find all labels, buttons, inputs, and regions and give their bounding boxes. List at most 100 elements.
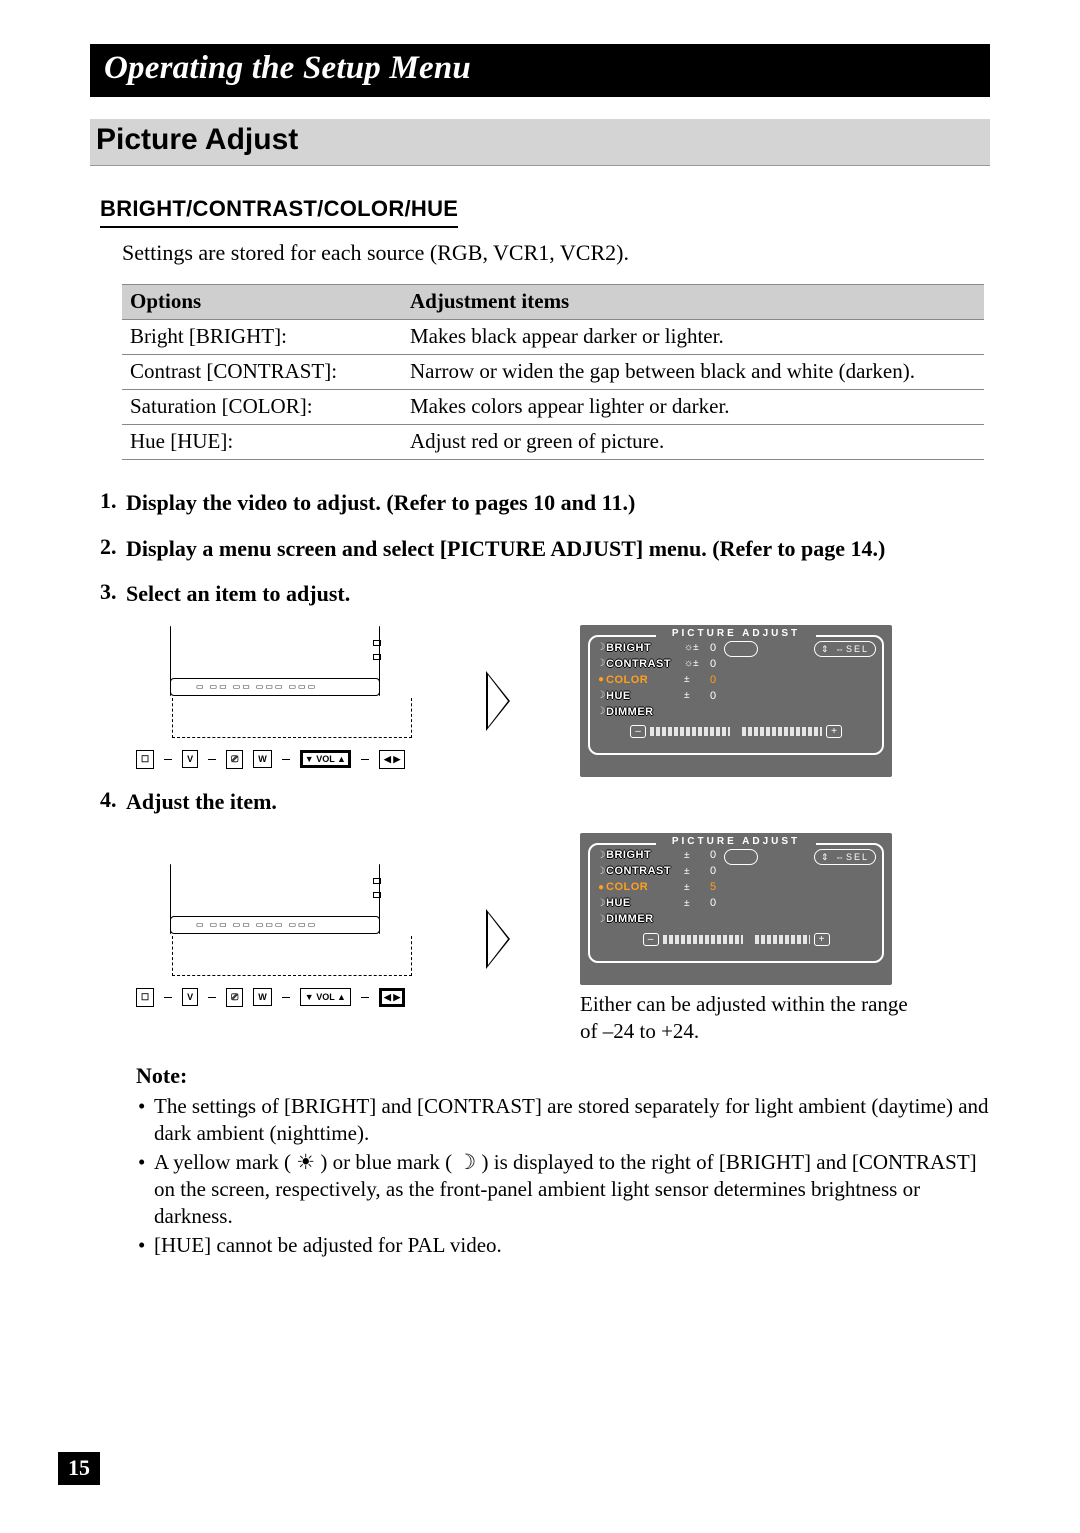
desc-cell: Makes colors appear lighter or darker. bbox=[402, 390, 984, 425]
osd-item-label: DIMMER bbox=[606, 913, 684, 925]
osd-symbol: ± bbox=[684, 690, 710, 701]
osd-sel-pill: ⇕ ⇔SEL bbox=[814, 641, 876, 657]
osd-symbol: ± bbox=[684, 898, 710, 909]
option-cell: Contrast [CONTRAST]: bbox=[122, 355, 402, 390]
key: V bbox=[182, 750, 198, 768]
osd-value-bracket-icon bbox=[724, 849, 758, 865]
procedure-step: 2. Display a menu screen and select [PIC… bbox=[100, 534, 990, 564]
desc-cell: Narrow or widen the gap between black an… bbox=[402, 355, 984, 390]
note-item: The settings of [BRIGHT] and [CONTRAST] … bbox=[136, 1093, 990, 1147]
osd-symbol: ± bbox=[684, 866, 710, 877]
osd-item-label: COLOR bbox=[606, 881, 684, 893]
key-leftright: ◀ ▶ bbox=[379, 750, 405, 769]
step-number: 1. bbox=[100, 488, 126, 518]
osd-slider: – + bbox=[596, 725, 876, 738]
subsection-heading: BRIGHT/CONTRAST/COLOR/HUE bbox=[100, 196, 458, 228]
osd-symbol: ± bbox=[684, 674, 710, 685]
monitor-slots-icon: ▭ ▭▭ ▭▭ ▭▭▭ ▭▭▭ bbox=[196, 682, 317, 691]
osd-marker-icon: ☽ bbox=[596, 866, 606, 877]
dashed-connector-icon bbox=[172, 936, 412, 976]
key-divider bbox=[208, 759, 216, 760]
device-diagram: ▭ ▭▭ ▭▭ ▭▭▭ ▭▭▭ ☐ V ⎚ W ▼ VOL ▲ ◀ ▶ bbox=[136, 626, 416, 776]
osd-slider-bar-icon bbox=[650, 727, 730, 736]
osd-minus: – bbox=[630, 725, 646, 738]
subsection-intro: Settings are stored for each source (RGB… bbox=[122, 240, 990, 266]
osd-plus: + bbox=[814, 933, 830, 946]
osd-marker-selected-icon: ● bbox=[596, 882, 606, 893]
osd-plus: + bbox=[826, 725, 842, 738]
procedure-list: 1. Display the video to adjust. (Refer t… bbox=[100, 488, 990, 1259]
key-divider bbox=[361, 997, 369, 998]
step-text: Display the video to adjust. (Refer to p… bbox=[126, 488, 635, 518]
dashed-connector-icon bbox=[172, 698, 412, 738]
key-divider bbox=[361, 759, 369, 760]
osd-symbol: ☼± bbox=[684, 658, 710, 669]
osd-title: PICTURE ADJUST bbox=[656, 836, 816, 847]
osd-value: 0 bbox=[710, 897, 728, 909]
osd-title: PICTURE ADJUST bbox=[656, 628, 816, 639]
table-row: Contrast [CONTRAST]: Narrow or widen the… bbox=[122, 355, 984, 390]
procedure-step: 4. Adjust the item. bbox=[100, 787, 990, 817]
osd-value: 0 bbox=[710, 658, 728, 670]
options-table: Options Adjustment items Bright [BRIGHT]… bbox=[122, 284, 984, 460]
osd-value: 0 bbox=[710, 674, 728, 686]
key-volume: ▼ VOL ▲ bbox=[300, 988, 351, 1006]
procedure-step: 1. Display the video to adjust. (Refer t… bbox=[100, 488, 990, 518]
key: W bbox=[253, 750, 272, 768]
osd-slider-bar-icon bbox=[742, 727, 822, 736]
key: ⎚ bbox=[226, 988, 243, 1007]
procedure-step: 3. Select an item to adjust. bbox=[100, 579, 990, 609]
note-heading: Note: bbox=[136, 1063, 990, 1089]
osd-marker-icon: ☽ bbox=[596, 850, 606, 861]
key-divider bbox=[208, 997, 216, 998]
osd-marker-selected-icon: ● bbox=[596, 674, 606, 685]
illustration-row: ▭ ▭▭ ▭▭ ▭▭▭ ▭▭▭ ☐ V ⎚ W ▼ VOL ▲ ◀ ▶ bbox=[136, 833, 990, 1046]
table-row: Hue [HUE]: Adjust red or green of pictur… bbox=[122, 425, 984, 460]
osd-minus: – bbox=[643, 933, 659, 946]
key-leftright: ◀ ▶ bbox=[379, 988, 405, 1007]
osd-screenshot: PICTURE ADJUST ⇕ ⇔SEL ☽BRIGHT☼±0 ☽CONTRA… bbox=[580, 625, 892, 777]
osd-item-label: BRIGHT bbox=[606, 642, 684, 654]
osd-item-label: DIMMER bbox=[606, 706, 684, 718]
osd-slider: – + bbox=[596, 933, 876, 946]
option-cell: Hue [HUE]: bbox=[122, 425, 402, 460]
illustration-row: ▭ ▭▭ ▭▭ ▭▭▭ ▭▭▭ ☐ V ⎚ W ▼ VOL ▲ ◀ ▶ bbox=[136, 625, 990, 777]
step-text: Display a menu screen and select [PICTUR… bbox=[126, 534, 885, 564]
device-diagram: ▭ ▭▭ ▭▭ ▭▭▭ ▭▭▭ ☐ V ⎚ W ▼ VOL ▲ ◀ ▶ bbox=[136, 864, 416, 1014]
key-volume: ▼ VOL ▲ bbox=[300, 750, 351, 768]
table-row: Saturation [COLOR]: Makes colors appear … bbox=[122, 390, 984, 425]
step-text: Select an item to adjust. bbox=[126, 579, 350, 609]
osd-symbol: ± bbox=[684, 882, 710, 893]
desc-cell: Adjust red or green of picture. bbox=[402, 425, 984, 460]
section-heading: Picture Adjust bbox=[90, 119, 990, 166]
page-number: 15 bbox=[58, 1452, 100, 1485]
osd-marker-icon: ☽ bbox=[596, 706, 606, 717]
arrow-right-icon bbox=[486, 671, 510, 731]
osd-screenshot: PICTURE ADJUST ⇕ ⇔SEL ☽BRIGHT±0 ☽CONTRAS… bbox=[580, 833, 892, 985]
options-header: Options bbox=[122, 285, 402, 320]
osd-value-bracket-icon bbox=[724, 641, 758, 657]
monitor-slots-icon: ▭ ▭▭ ▭▭ ▭▭▭ ▭▭▭ bbox=[196, 920, 317, 929]
osd-value: 0 bbox=[710, 690, 728, 702]
osd-marker-icon: ☽ bbox=[596, 658, 606, 669]
osd-sel-pill: ⇕ ⇔SEL bbox=[814, 849, 876, 865]
osd-slider-bar-icon bbox=[663, 935, 743, 944]
osd-symbol: ± bbox=[684, 850, 710, 861]
step-number: 2. bbox=[100, 534, 126, 564]
osd-marker-icon: ☽ bbox=[596, 898, 606, 909]
key-divider bbox=[164, 759, 172, 760]
osd-value: 5 bbox=[710, 881, 728, 893]
step-number: 3. bbox=[100, 579, 126, 609]
keyboard-diagram: ☐ V ⎚ W ▼ VOL ▲ ◀ ▶ bbox=[136, 742, 416, 776]
option-cell: Saturation [COLOR]: bbox=[122, 390, 402, 425]
osd-marker-icon: ☽ bbox=[596, 690, 606, 701]
key: ☐ bbox=[136, 750, 154, 769]
osd-marker-icon: ☽ bbox=[596, 914, 606, 925]
osd-slider-bar-icon bbox=[755, 935, 810, 944]
chapter-banner: Operating the Setup Menu bbox=[90, 44, 990, 97]
option-cell: Bright [BRIGHT]: bbox=[122, 320, 402, 355]
table-row: Bright [BRIGHT]: Makes black appear dark… bbox=[122, 320, 984, 355]
key: ⎚ bbox=[226, 750, 243, 769]
osd-marker-icon: ☽ bbox=[596, 642, 606, 653]
osd-item-label: COLOR bbox=[606, 674, 684, 686]
